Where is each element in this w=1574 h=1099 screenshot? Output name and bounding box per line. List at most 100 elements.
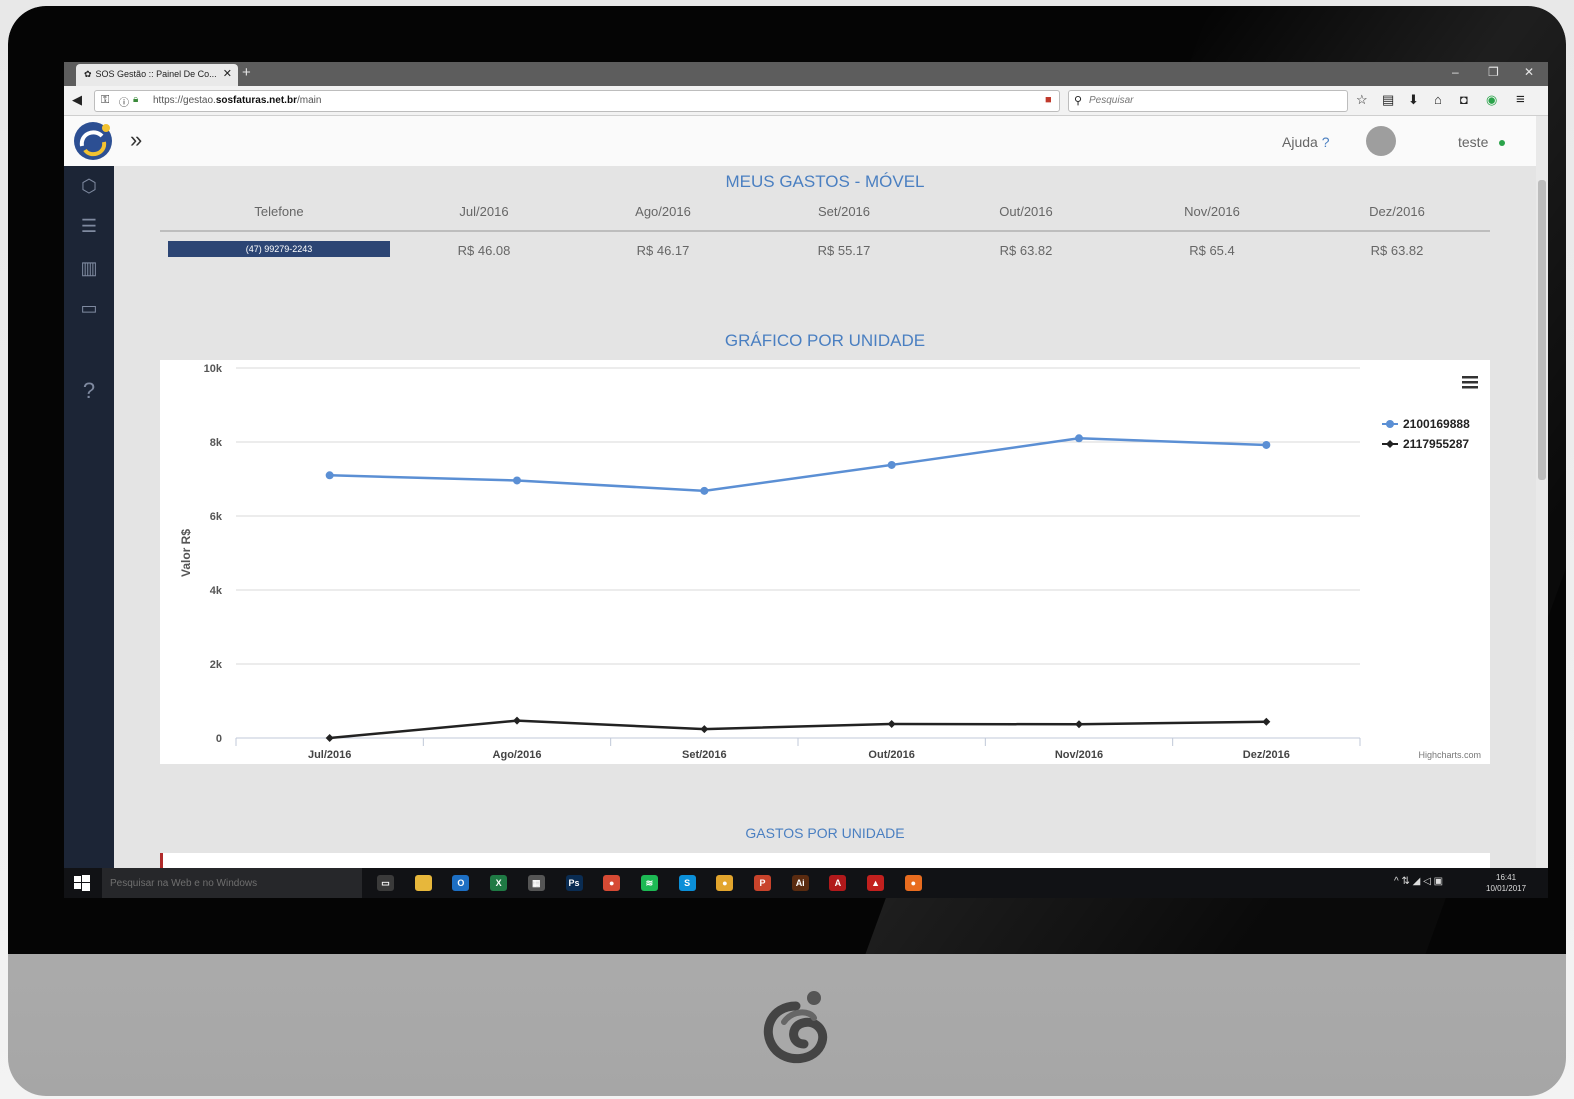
- series-line: [329, 719, 1267, 740]
- close-window-icon[interactable]: ✕: [1524, 65, 1534, 79]
- screen: ✿ SOS Gestão :: Painel De Co... ✕ + – ❐ …: [64, 62, 1548, 898]
- series-line: [329, 437, 1267, 493]
- y-tick-label: 2k: [210, 659, 223, 671]
- chart-menu-icon[interactable]: [1462, 376, 1478, 379]
- table-cell-value: R$ 55.17: [817, 243, 871, 258]
- tab-close-icon[interactable]: ✕: [223, 69, 232, 80]
- chart-canvas: 0 2k 4k 6k 8k 10k Jul/2016 Ago/2016 Set/2016 Out/…: [179, 363, 1481, 761]
- chart-section-title: GRÁFICO POR UNIDADE: [724, 331, 926, 350]
- firefox-icon[interactable]: ●: [904, 875, 922, 891]
- chrome-alt-icon[interactable]: ●: [716, 875, 734, 891]
- download-icon[interactable]: ⬇: [1408, 92, 1419, 108]
- column-header-month: Jul/2016: [459, 204, 509, 219]
- acrobat-icon[interactable]: A: [829, 875, 847, 891]
- info-icon[interactable]: ⓘ: [119, 94, 129, 109]
- skype-icon[interactable]: S: [678, 875, 696, 891]
- search-placeholder: Pesquisar: [1089, 95, 1134, 106]
- url-path: /main: [296, 95, 322, 106]
- help-label[interactable]: Ajuda: [1282, 134, 1318, 150]
- browser-tab-bar: ✿ SOS Gestão :: Painel De Co... ✕ + – ❐ …: [64, 62, 1548, 86]
- monitor: ✿ SOS Gestão :: Painel De Co... ✕ + – ❐ …: [8, 6, 1566, 1096]
- excel-icon[interactable]: X: [490, 875, 508, 891]
- new-tab-icon[interactable]: +: [242, 65, 251, 81]
- address-bar[interactable]: ⚿ ⓘ 🔒︎ https://gestao.sosfaturas.net.br/…: [94, 90, 1081, 112]
- x-tick-label: Dez/2016: [1243, 749, 1290, 761]
- search-icon: ⚲: [1074, 95, 1083, 107]
- tab-favicon-icon: ✿: [84, 69, 92, 79]
- photoshop-icon[interactable]: Ps: [565, 875, 583, 891]
- card-icon[interactable]: ▭: [76, 298, 102, 324]
- system-tray-icons[interactable]: ^ ⇅ ◢ ◁ ▣: [1394, 876, 1443, 887]
- sos-logo-icon[interactable]: [72, 120, 114, 162]
- pocket-icon[interactable]: ◘: [1460, 92, 1468, 107]
- help-mark-icon[interactable]: ?: [1322, 134, 1330, 150]
- taskbar-search-input[interactable]: Pesquisar na Web e no Windows: [102, 868, 362, 898]
- browser-nav-bar: ◀ ⚿ ⓘ 🔒︎ https://gestao.sosfaturas.net.b…: [64, 86, 1548, 116]
- x-tick-label: Set/2016: [682, 749, 727, 761]
- column-header-month: Ago/2016: [635, 204, 691, 219]
- spotify-icon[interactable]: ≋: [640, 875, 658, 891]
- scrollbar-thumb[interactable]: [1538, 180, 1546, 480]
- chrome-icon[interactable]: ●: [603, 875, 621, 891]
- data-point: [325, 471, 334, 480]
- phone-number-badge[interactable]: (47) 99279-2243: [168, 241, 390, 257]
- legend-marker: [1386, 420, 1394, 428]
- calculator-icon[interactable]: ▦: [527, 875, 545, 891]
- help-icon[interactable]: ?: [76, 378, 102, 404]
- windows-start-icon[interactable]: [74, 875, 90, 891]
- y-tick-label: 0: [216, 733, 222, 745]
- data-point: [1075, 434, 1083, 443]
- clipboard-icon[interactable]: ▤: [1382, 92, 1394, 108]
- table-cell-value: R$ 46.08: [457, 243, 511, 258]
- chart-menu-icon[interactable]: [1462, 386, 1478, 389]
- box-icon[interactable]: ⬡: [76, 176, 102, 202]
- bookmark-star-icon[interactable]: ☆: [1356, 92, 1368, 108]
- table-cell-value: R$ 65.4: [1189, 243, 1235, 258]
- addon-icon[interactable]: ■: [1045, 94, 1052, 106]
- x-tick-label: Out/2016: [868, 749, 914, 761]
- page-scrollbar[interactable]: [1536, 116, 1548, 868]
- table-cell-value: R$ 46.17: [636, 243, 690, 258]
- restore-icon[interactable]: ❐: [1488, 65, 1499, 79]
- taskbar-clock[interactable]: 16:41 10/01/2017: [1486, 872, 1526, 894]
- column-header-phone: Telefone: [254, 204, 304, 219]
- data-point: [700, 725, 709, 734]
- file-explorer-icon[interactable]: [414, 875, 432, 891]
- minimize-icon[interactable]: –: [1452, 65, 1459, 79]
- task-view-icon[interactable]: ▭: [377, 875, 394, 891]
- x-tick-label: Ago/2016: [493, 749, 542, 761]
- data-point: [513, 716, 521, 725]
- bottom-section-title: GASTOS POR UNIDADE: [745, 825, 905, 841]
- x-tick-label: Jul/2016: [308, 749, 351, 761]
- list-icon[interactable]: ☰: [76, 216, 102, 242]
- legend-marker: [1386, 440, 1394, 448]
- data-point: [513, 476, 521, 485]
- search-box[interactable]: ⚲ Pesquisar: [1068, 90, 1348, 112]
- illustrator-icon[interactable]: Ai: [791, 875, 809, 891]
- browser-tab[interactable]: ✿ SOS Gestão :: Painel De Co... ✕: [76, 64, 238, 86]
- data-point: [1075, 720, 1083, 729]
- menu-icon[interactable]: ≡: [1516, 91, 1525, 108]
- powerpoint-icon[interactable]: P: [754, 875, 771, 891]
- url-prefix: https://gestao.: [153, 95, 216, 106]
- y-axis-title: Valor R$: [179, 529, 193, 577]
- table-cell-value: R$ 63.82: [999, 243, 1053, 258]
- pdf-icon[interactable]: ▲: [867, 875, 885, 891]
- user-name[interactable]: teste: [1458, 134, 1488, 150]
- clock-time: 16:41: [1496, 873, 1517, 882]
- expand-sidebar-icon[interactable]: »: [130, 127, 142, 153]
- x-tick-label: Nov/2016: [1055, 749, 1103, 761]
- chart-menu-icon[interactable]: [1462, 381, 1478, 384]
- back-icon[interactable]: ◀: [72, 92, 82, 108]
- avatar[interactable]: [1366, 126, 1396, 156]
- legend-label: 2117955287: [1403, 437, 1469, 451]
- key-icon: ⚿: [101, 94, 110, 106]
- extension-icon[interactable]: ◉: [1486, 92, 1497, 108]
- legend-label: 2100169888: [1403, 417, 1470, 431]
- y-tick-label: 4k: [210, 585, 223, 597]
- outlook-icon[interactable]: O: [452, 875, 470, 891]
- url-domain: sosfaturas.net.br: [215, 95, 297, 106]
- y-tick-label: 6k: [210, 511, 223, 523]
- home-icon[interactable]: ⌂: [1434, 92, 1442, 107]
- bar-chart-icon[interactable]: ▥: [76, 258, 102, 284]
